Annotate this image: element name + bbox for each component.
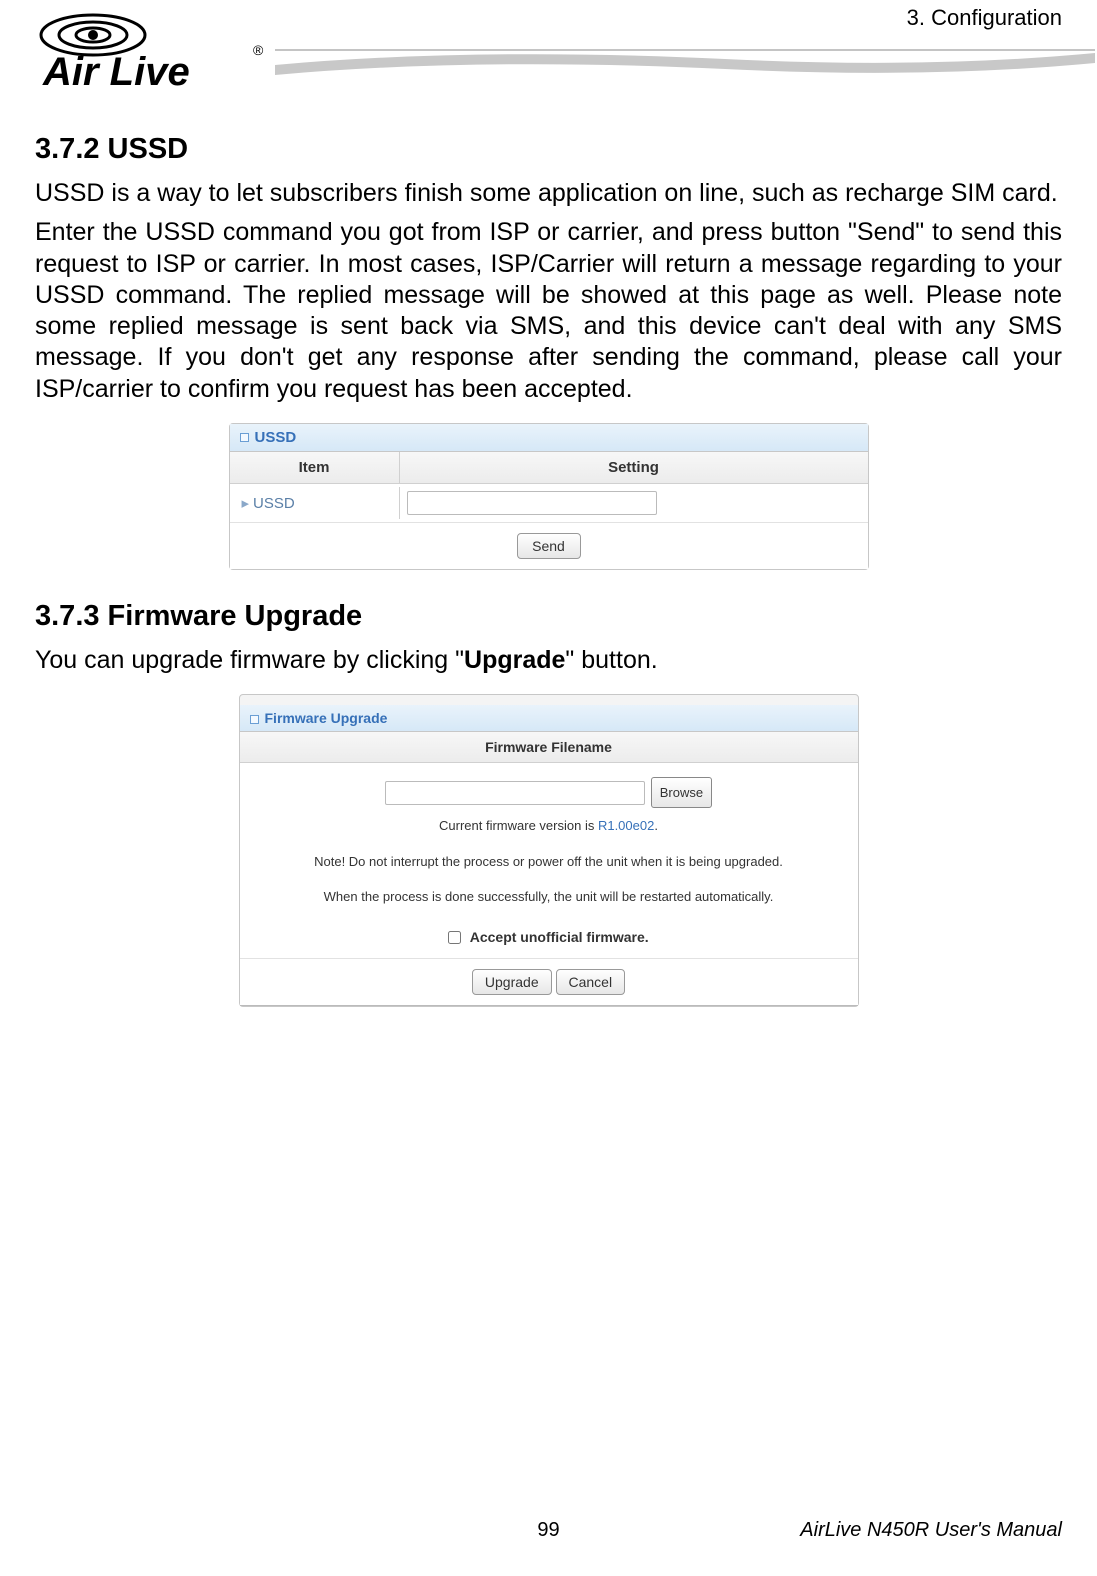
ussd-col-setting: Setting — [400, 452, 868, 483]
firmware-filename-header: Firmware Filename — [240, 732, 858, 763]
svg-text:®: ® — [253, 42, 264, 58]
doc-title: AirLive N450R User's Manual — [800, 1519, 1062, 1542]
section-heading-firmware: 3.7.3 Firmware Upgrade — [35, 600, 1062, 633]
upgrade-button[interactable]: Upgrade — [472, 969, 552, 995]
firmware-path-input[interactable] — [385, 781, 645, 805]
accept-unofficial-checkbox[interactable] — [448, 931, 461, 944]
page-number: 99 — [537, 1519, 559, 1542]
firmware-panel-outer: Firmware Upgrade Firmware Filename Brows… — [239, 694, 859, 1007]
header-swoosh — [275, 45, 1095, 80]
firmware-panel-title: Firmware Upgrade — [240, 705, 858, 732]
ussd-button-row: Send — [230, 523, 868, 569]
firmware-note1: Note! Do not interrupt the process or po… — [258, 850, 840, 873]
firmware-button-row: Upgrade Cancel — [240, 959, 858, 1005]
ussd-col-item: Item — [230, 452, 400, 483]
page-footer: 99 AirLive N450R User's Manual — [35, 1519, 1062, 1542]
chapter-label: 3. Configuration — [907, 5, 1062, 31]
cancel-button[interactable]: Cancel — [556, 969, 626, 995]
accept-unofficial-label: Accept unofficial firmware. — [470, 929, 649, 945]
ussd-panel: USSD Item Setting ▸USSD Send — [229, 423, 869, 570]
ussd-row-label: ▸USSD — [230, 487, 400, 519]
ussd-input[interactable] — [407, 491, 657, 515]
firmware-note2: When the process is done successfully, t… — [258, 885, 840, 908]
main-content: 3.7.2 USSD USSD is a way to let subscrib… — [35, 120, 1062, 1007]
panel-bullet-icon — [250, 715, 259, 724]
ussd-panel-title: USSD — [230, 424, 868, 452]
firmware-intro: You can upgrade firmware by clicking "Up… — [35, 645, 1062, 676]
browse-button[interactable]: Browse — [651, 777, 712, 808]
airlive-logo: Air Live ® — [35, 5, 265, 95]
ussd-row: ▸USSD — [230, 484, 868, 523]
send-button[interactable]: Send — [517, 533, 581, 559]
firmware-version-value: R1.00e02 — [598, 818, 654, 833]
accept-unofficial-row: Accept unofficial firmware. — [258, 925, 840, 950]
ussd-table-header: Item Setting — [230, 452, 868, 484]
caret-icon: ▸ — [242, 495, 250, 512]
firmware-body: Browse Current firmware version is R1.00… — [240, 763, 858, 959]
ussd-intro-p2: Enter the USSD command you got from ISP … — [35, 217, 1062, 405]
panel-bullet-icon — [240, 433, 249, 442]
svg-text:Air Live: Air Live — [42, 50, 190, 94]
section-heading-ussd: 3.7.2 USSD — [35, 133, 1062, 166]
firmware-version-line: Current firmware version is R1.00e02. — [258, 814, 840, 837]
ussd-intro-p1: USSD is a way to let subscribers finish … — [35, 178, 1062, 209]
page-header: Air Live ® 3. Configuration — [35, 0, 1062, 120]
